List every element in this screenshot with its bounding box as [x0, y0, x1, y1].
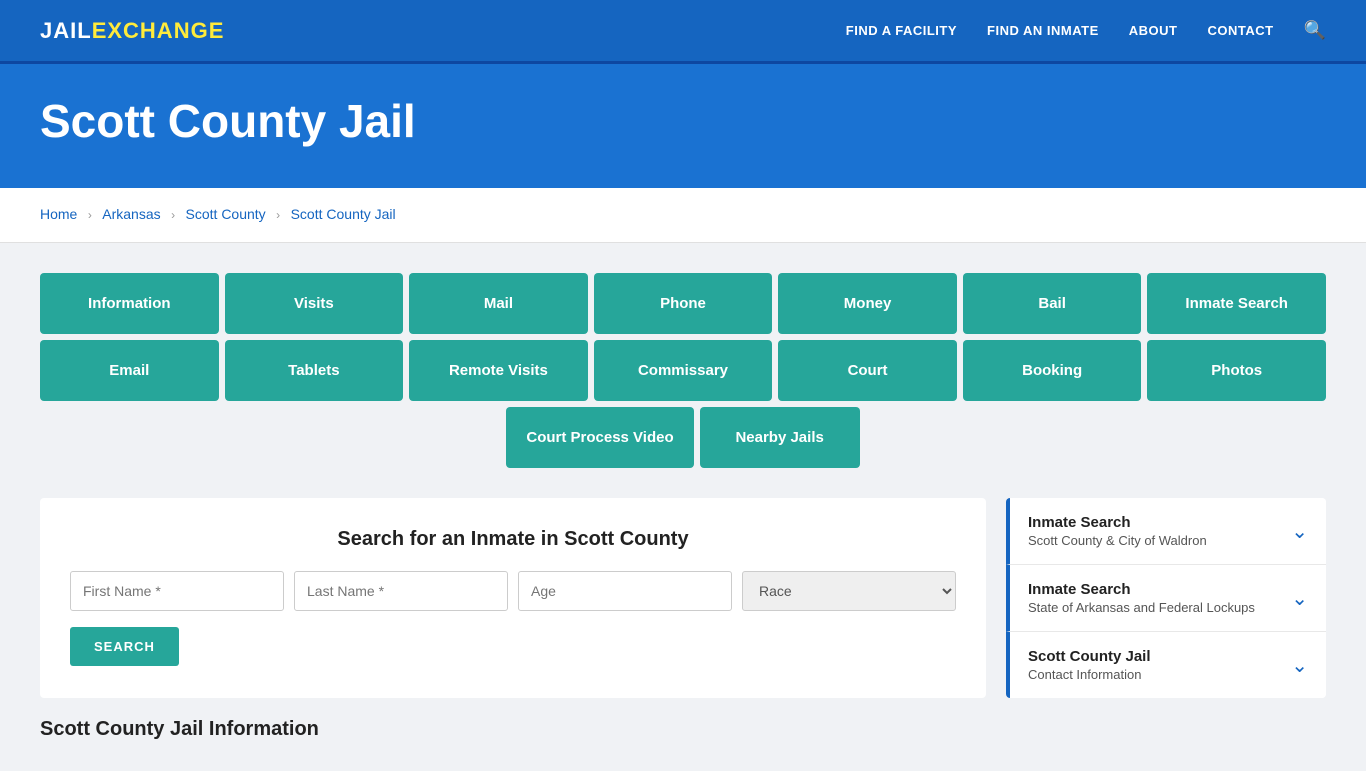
- header: JAILEXCHANGE FIND A FACILITY FIND AN INM…: [0, 0, 1366, 64]
- breadcrumb-scott-county[interactable]: Scott County: [186, 206, 266, 222]
- buttons-row-3: Court Process Video Nearby Jails: [40, 407, 1326, 468]
- hero-section: Scott County Jail: [0, 64, 1366, 188]
- btn-remote-visits[interactable]: Remote Visits: [409, 340, 588, 401]
- age-input[interactable]: [518, 571, 732, 611]
- chevron-down-icon-1: ⌄: [1291, 519, 1308, 544]
- btn-mail[interactable]: Mail: [409, 273, 588, 334]
- btn-inmate-search[interactable]: Inmate Search: [1147, 273, 1326, 334]
- nav-about[interactable]: ABOUT: [1129, 23, 1178, 38]
- sidebar-item-3-subtitle: Contact Information: [1028, 667, 1151, 682]
- bottom-info-title: Scott County Jail Information: [40, 718, 986, 741]
- left-column: Search for an Inmate in Scott County Rac…: [40, 498, 986, 741]
- btn-information[interactable]: Information: [40, 273, 219, 334]
- btn-visits[interactable]: Visits: [225, 273, 404, 334]
- nav-find-inmate[interactable]: FIND AN INMATE: [987, 23, 1099, 38]
- sidebar-item-2[interactable]: Inmate Search State of Arkansas and Fede…: [1006, 565, 1326, 632]
- breadcrumb-sep-1: ›: [88, 208, 92, 222]
- page-title: Scott County Jail: [40, 94, 1326, 148]
- logo-exchange: EXCHANGE: [92, 18, 225, 44]
- breadcrumb-sep-3: ›: [276, 208, 280, 222]
- sidebar-item-1-text: Inmate Search Scott County & City of Wal…: [1028, 514, 1207, 548]
- btn-commissary[interactable]: Commissary: [594, 340, 773, 401]
- sidebar-item-1-subtitle: Scott County & City of Waldron: [1028, 533, 1207, 548]
- breadcrumb-sep-2: ›: [171, 208, 175, 222]
- breadcrumb: Home › Arkansas › Scott County › Scott C…: [0, 188, 1366, 243]
- logo[interactable]: JAILEXCHANGE: [40, 18, 224, 44]
- buttons-row-1: Information Visits Mail Phone Money Bail…: [40, 273, 1326, 334]
- search-icon: 🔍: [1304, 20, 1326, 41]
- search-title: Search for an Inmate in Scott County: [70, 528, 956, 551]
- btn-court-process-video[interactable]: Court Process Video: [506, 407, 693, 468]
- chevron-down-icon-2: ⌄: [1291, 586, 1308, 611]
- sidebar-item-1-title: Inmate Search: [1028, 514, 1207, 531]
- content-area: Information Visits Mail Phone Money Bail…: [0, 243, 1366, 771]
- search-inputs-row: Race White Black Hispanic Asian Other: [70, 571, 956, 611]
- breadcrumb-arkansas[interactable]: Arkansas: [102, 206, 160, 222]
- sidebar-item-3[interactable]: Scott County Jail Contact Information ⌄: [1006, 632, 1326, 698]
- sidebar-item-3-title: Scott County Jail: [1028, 648, 1151, 665]
- btn-booking[interactable]: Booking: [963, 340, 1142, 401]
- nav-contact[interactable]: CONTACT: [1207, 23, 1273, 38]
- nav-find-facility[interactable]: FIND A FACILITY: [846, 23, 957, 38]
- main-nav: FIND A FACILITY FIND AN INMATE ABOUT CON…: [846, 20, 1326, 41]
- sidebar-item-2-subtitle: State of Arkansas and Federal Lockups: [1028, 600, 1255, 615]
- race-select[interactable]: Race White Black Hispanic Asian Other: [742, 571, 956, 611]
- header-search-button[interactable]: 🔍: [1304, 20, 1326, 41]
- btn-phone[interactable]: Phone: [594, 273, 773, 334]
- first-name-input[interactable]: [70, 571, 284, 611]
- bottom-info: Scott County Jail Information: [40, 698, 986, 741]
- breadcrumb-current: Scott County Jail: [291, 206, 396, 222]
- btn-bail[interactable]: Bail: [963, 273, 1142, 334]
- buttons-row-2: Email Tablets Remote Visits Commissary C…: [40, 340, 1326, 401]
- main-layout: Search for an Inmate in Scott County Rac…: [40, 498, 1326, 741]
- search-button[interactable]: SEARCH: [70, 627, 179, 666]
- btn-money[interactable]: Money: [778, 273, 957, 334]
- sidebar-item-2-text: Inmate Search State of Arkansas and Fede…: [1028, 581, 1255, 615]
- breadcrumb-home[interactable]: Home: [40, 206, 77, 222]
- btn-court[interactable]: Court: [778, 340, 957, 401]
- btn-photos[interactable]: Photos: [1147, 340, 1326, 401]
- btn-tablets[interactable]: Tablets: [225, 340, 404, 401]
- chevron-down-icon-3: ⌄: [1291, 653, 1308, 678]
- btn-email[interactable]: Email: [40, 340, 219, 401]
- sidebar-card: Inmate Search Scott County & City of Wal…: [1006, 498, 1326, 698]
- sidebar-item-3-text: Scott County Jail Contact Information: [1028, 648, 1151, 682]
- inmate-search-box: Search for an Inmate in Scott County Rac…: [40, 498, 986, 698]
- btn-nearby-jails[interactable]: Nearby Jails: [700, 407, 860, 468]
- last-name-input[interactable]: [294, 571, 508, 611]
- logo-jail: JAIL: [40, 18, 92, 44]
- sidebar: Inmate Search Scott County & City of Wal…: [1006, 498, 1326, 702]
- sidebar-item-2-title: Inmate Search: [1028, 581, 1255, 598]
- sidebar-item-1[interactable]: Inmate Search Scott County & City of Wal…: [1006, 498, 1326, 565]
